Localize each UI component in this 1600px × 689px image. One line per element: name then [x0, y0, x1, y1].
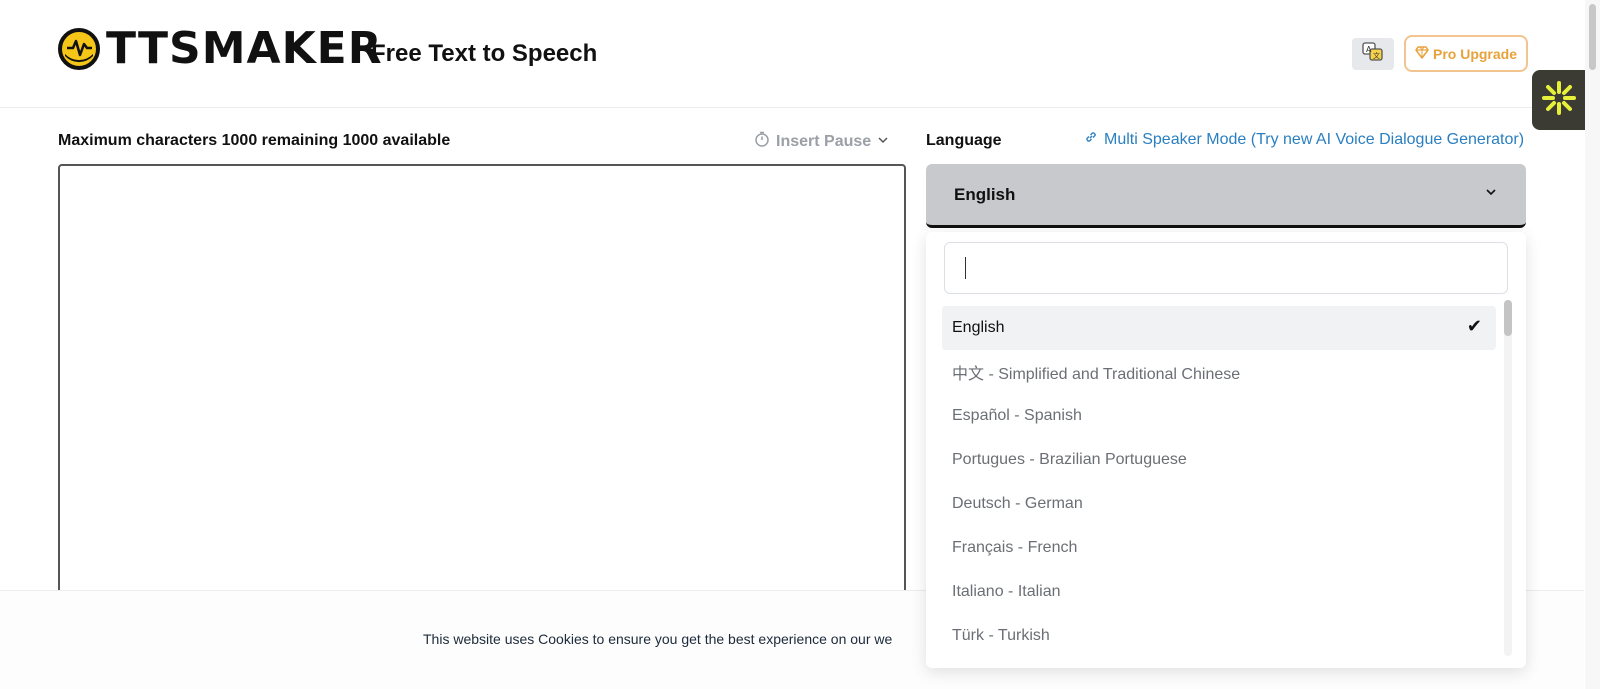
language-option[interactable]: Italiano - Italian	[942, 570, 1496, 614]
chevron-down-icon	[877, 133, 889, 151]
multi-speaker-link[interactable]: Multi Speaker Mode (Try new AI Voice Dia…	[1084, 130, 1524, 149]
language-option-label: Deutsch - German	[952, 495, 1083, 512]
language-option[interactable]: Español - Spanish	[942, 394, 1496, 438]
insert-pause-label: Insert Pause	[776, 132, 872, 150]
language-option-label: Français - French	[952, 539, 1078, 556]
language-option-label: Italiano - Italian	[952, 583, 1061, 600]
pro-upgrade-button[interactable]: Pro Upgrade	[1404, 35, 1528, 72]
language-option[interactable]: 中文 - Simplified and Traditional Chinese	[942, 350, 1496, 394]
language-option-label: 中文 - Simplified and Traditional Chinese	[952, 366, 1241, 383]
pro-upgrade-label: Pro Upgrade	[1432, 45, 1517, 62]
page-scrollbar[interactable]	[1585, 0, 1600, 689]
char-count-info: Maximum characters 1000 remaining 1000 a…	[58, 132, 451, 149]
diamond-icon	[1415, 45, 1429, 62]
text-input-area[interactable]	[58, 164, 906, 604]
language-search-input[interactable]	[944, 242, 1508, 294]
check-icon: ✔	[1466, 316, 1482, 336]
link-icon	[1084, 130, 1098, 149]
timer-icon	[754, 131, 770, 152]
floating-widget-button[interactable]	[1532, 70, 1586, 130]
text-caret	[965, 257, 966, 279]
waveform-icon	[58, 26, 100, 72]
insert-pause-button[interactable]: Insert Pause	[754, 131, 889, 152]
language-select[interactable]: English	[926, 164, 1526, 228]
language-option-label: Türk - Turkish	[952, 627, 1050, 644]
chevron-down-icon	[1484, 185, 1498, 204]
site-logo[interactable]: TTSMAKER	[58, 26, 383, 72]
sparkle-icon	[1541, 80, 1577, 121]
language-option-label: Español - Spanish	[952, 407, 1082, 424]
language-option-label: English	[952, 319, 1005, 336]
svg-text:A: A	[1366, 45, 1372, 54]
cookie-text: This website uses Cookies to ensure you …	[423, 631, 893, 647]
page-scrollbar-thumb[interactable]	[1589, 4, 1596, 70]
page-title: Free Text to Speech	[371, 40, 598, 67]
language-option[interactable]: English ✔	[942, 306, 1496, 350]
translate-button[interactable]: A 文	[1352, 38, 1394, 70]
svg-text:文: 文	[1373, 51, 1380, 60]
language-option[interactable]: Deutsch - German	[942, 482, 1496, 526]
logo-text: TTSMAKER	[106, 23, 383, 74]
language-label: Language	[926, 132, 1002, 149]
language-option[interactable]: Türk - Turkish	[942, 614, 1496, 658]
language-option[interactable]: Portugues - Brazilian Portuguese	[942, 438, 1496, 482]
language-option-label: Portugues - Brazilian Portuguese	[952, 451, 1187, 468]
language-dropdown: English ✔ 中文 - Simplified and Traditiona…	[926, 232, 1526, 668]
multi-speaker-label: Multi Speaker Mode (Try new AI Voice Dia…	[1104, 130, 1525, 148]
language-select-value: English	[954, 184, 1016, 204]
language-option-list: English ✔ 中文 - Simplified and Traditiona…	[942, 306, 1496, 658]
translate-icon: A 文	[1362, 41, 1384, 67]
dropdown-scrollbar[interactable]	[1504, 300, 1512, 656]
language-option[interactable]: Français - French	[942, 526, 1496, 570]
site-header: TTSMAKER Free Text to Speech A 文 Pro Upg…	[0, 0, 1584, 108]
dropdown-scrollbar-thumb[interactable]	[1504, 300, 1512, 336]
